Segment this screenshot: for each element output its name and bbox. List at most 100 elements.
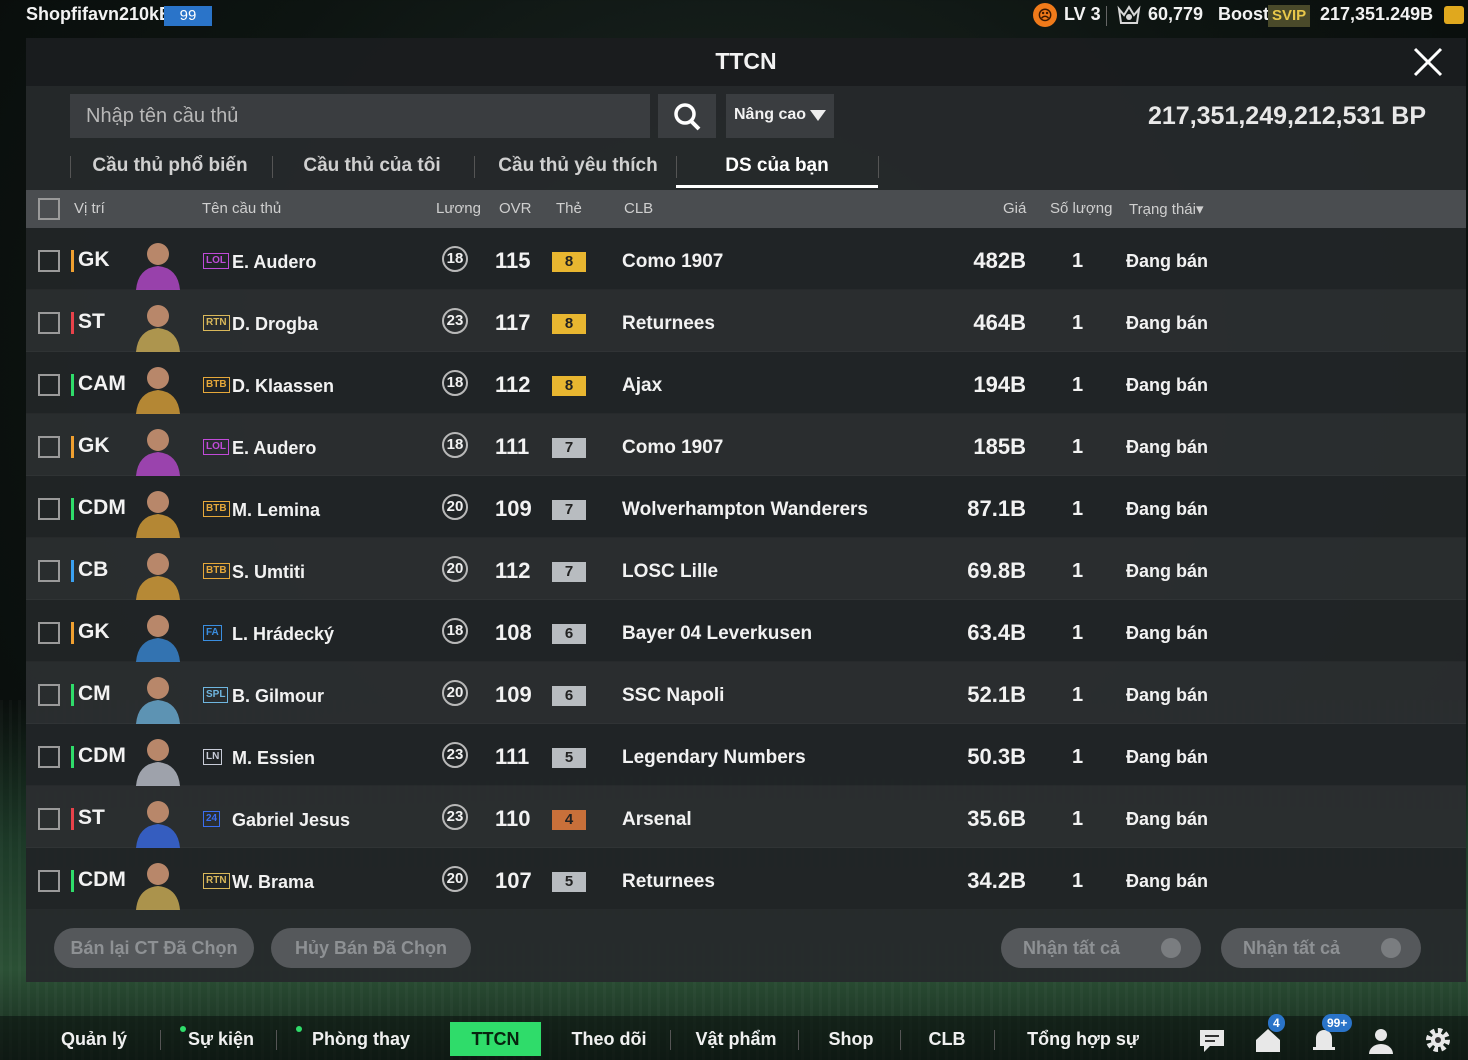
player-name[interactable]: D. Drogba [232, 314, 318, 335]
claim-all-button-1[interactable]: Nhận tất cả [1001, 928, 1201, 968]
season-badge: FA [203, 625, 222, 641]
listing-price: 52.1B [967, 682, 1026, 707]
user-icon[interactable] [1365, 1024, 1397, 1056]
player-name[interactable]: L. Hrádecký [232, 624, 334, 645]
season-badge: BTB [203, 501, 230, 517]
nav-events[interactable]: Sự kiện [180, 1022, 256, 1056]
row-checkbox[interactable] [38, 374, 60, 396]
table-header: Vị trí Tên cầu thủ Lương OVR Thẻ CLB Giá… [26, 190, 1466, 228]
nav-squad[interactable]: Quản lý CT [48, 1022, 140, 1056]
player-ovr: 111 [495, 744, 530, 769]
divider [474, 156, 475, 178]
tab-your-list[interactable]: DS của bạn [676, 148, 878, 188]
row-checkbox[interactable] [38, 250, 60, 272]
row-checkbox[interactable] [38, 560, 60, 582]
row-checkbox[interactable] [38, 498, 60, 520]
table-row[interactable]: CM SPL B. Gilmour 20 109 6 SSC Napoli 52.1B 1 Đan… [26, 662, 1466, 724]
player-name[interactable]: S. Umtiti [232, 562, 305, 583]
column-status[interactable]: Trạng thái▾ [1129, 200, 1204, 218]
table-row[interactable]: ST RTN D. Drogba 23 117 8 Returnees 464B 1 Đang b… [26, 290, 1466, 352]
column-quantity[interactable]: Số lượng [1050, 200, 1112, 217]
column-ovr[interactable]: OVR [499, 200, 532, 217]
table-row[interactable]: CAM BTB D. Klaassen 18 112 8 Ajax 194B 1 Đang bán [26, 352, 1466, 414]
search-input[interactable] [70, 94, 650, 138]
search-button[interactable] [658, 94, 716, 138]
table-row[interactable]: ST 24 Gabriel Jesus 23 110 4 Arsenal 35.6B 1 Đang… [26, 786, 1466, 848]
claim-all-button-2[interactable]: Nhận tất cả [1221, 928, 1421, 968]
column-position[interactable]: Vị trí [74, 200, 105, 217]
user-level-badge: 99 [164, 6, 212, 26]
player-avatar [136, 429, 180, 476]
chat-icon[interactable] [1196, 1024, 1228, 1056]
select-all-checkbox[interactable] [38, 198, 60, 220]
listing-price: 464B [973, 310, 1026, 335]
player-name[interactable]: Gabriel Jesus [232, 810, 350, 831]
divider [994, 1030, 995, 1050]
listing-quantity: 1 [1072, 870, 1084, 892]
player-position: ST [78, 806, 105, 829]
row-checkbox[interactable] [38, 312, 60, 334]
player-salary: 20 [442, 866, 468, 892]
divider [900, 1030, 901, 1050]
player-position: ST [78, 310, 105, 333]
close-icon[interactable] [1412, 46, 1444, 78]
gear-icon[interactable] [1422, 1024, 1454, 1056]
season-badge: RTN [203, 315, 230, 331]
listing-status: Đang bán [1126, 499, 1209, 519]
nav-locker-room[interactable]: Phòng thay đồ [296, 1022, 420, 1056]
table-row[interactable]: CB BTB S. Umtiti 20 112 7 LOSC Lille 69.8B 1 Đang… [26, 538, 1466, 600]
column-grade[interactable]: Thẻ [556, 200, 582, 217]
boost-label: Boost [1218, 4, 1269, 24]
table-row[interactable]: GK LOL E. Audero 18 111 7 Como 1907 185B 1 Đang b… [26, 414, 1466, 476]
advanced-filter-dropdown[interactable]: Nâng cao [726, 94, 834, 138]
nav-transfer-market[interactable]: TTCN [450, 1022, 541, 1056]
table-row[interactable]: GK LOL E. Audero 18 115 8 Como 1907 482B 1 Đang b… [26, 228, 1466, 290]
row-checkbox[interactable] [38, 808, 60, 830]
listing-price: 482B [973, 248, 1026, 273]
tab-favorite-players[interactable]: Cầu thủ yêu thích [480, 148, 676, 188]
upgrade-grade: 6 [552, 686, 586, 706]
listing-price: 69.8B [967, 558, 1026, 583]
row-checkbox[interactable] [38, 436, 60, 458]
nav-shop[interactable]: Shop [822, 1022, 880, 1056]
player-name[interactable]: D. Klaassen [232, 376, 334, 397]
listing-status: Đang bán [1126, 561, 1209, 581]
player-name[interactable]: E. Audero [232, 438, 316, 459]
listing-status: Đang bán [1126, 437, 1209, 457]
listing-quantity: 1 [1072, 622, 1084, 644]
nav-items[interactable]: Vật phẩm [694, 1022, 778, 1056]
table-row[interactable]: CDM LN M. Essien 23 111 5 Legendary Numbers 50.… [26, 724, 1466, 786]
column-salary[interactable]: Lương [436, 200, 481, 217]
nav-club[interactable]: CLB [922, 1022, 972, 1056]
column-club[interactable]: CLB [624, 200, 653, 217]
resell-selected-button[interactable]: Bán lại CT Đã Chọn [54, 928, 254, 968]
column-price[interactable]: Giá [1003, 200, 1026, 217]
nav-watchlist[interactable]: Theo dõi [570, 1022, 648, 1056]
column-name[interactable]: Tên cầu thủ [202, 200, 281, 217]
listing-status: Đang bán [1126, 747, 1209, 767]
row-checkbox[interactable] [38, 746, 60, 768]
player-name[interactable]: W. Brama [232, 872, 314, 893]
row-checkbox[interactable] [38, 870, 60, 892]
table-row[interactable]: CDM RTN W. Brama 20 107 5 Returnees 34.2B 1 Đang … [26, 848, 1466, 910]
player-name[interactable]: M. Lemina [232, 500, 320, 521]
row-checkbox[interactable] [38, 684, 60, 706]
player-name[interactable]: M. Essien [232, 748, 315, 769]
position-color-bar [71, 684, 74, 706]
player-position: CDM [78, 496, 126, 519]
player-name[interactable]: B. Gilmour [232, 686, 324, 707]
table-row[interactable]: GK FA L. Hrádecký 18 108 6 Bayer 04 Leverkusen… [26, 600, 1466, 662]
player-ovr: 112 [495, 372, 531, 397]
row-checkbox[interactable] [38, 622, 60, 644]
player-avatar [136, 491, 180, 538]
notifications-button[interactable]: 99+ [1308, 1014, 1353, 1056]
home-button[interactable]: 4 [1252, 1014, 1285, 1056]
table-row[interactable]: CDM BTB M. Lemina 20 109 7 Wolverhampton Wande… [26, 476, 1466, 538]
cancel-selected-button[interactable]: Hủy Bán Đã Chọn [271, 928, 471, 968]
tab-popular-players[interactable]: Cầu thủ phổ biến [76, 148, 264, 188]
player-salary: 18 [442, 370, 468, 396]
nav-event-summary[interactable]: Tổng hợp sự kiện [1016, 1022, 1150, 1056]
claim-all-label: Nhận tất cả [1023, 938, 1121, 958]
tab-my-players[interactable]: Cầu thủ của tôi [278, 148, 466, 188]
player-name[interactable]: E. Audero [232, 252, 316, 273]
